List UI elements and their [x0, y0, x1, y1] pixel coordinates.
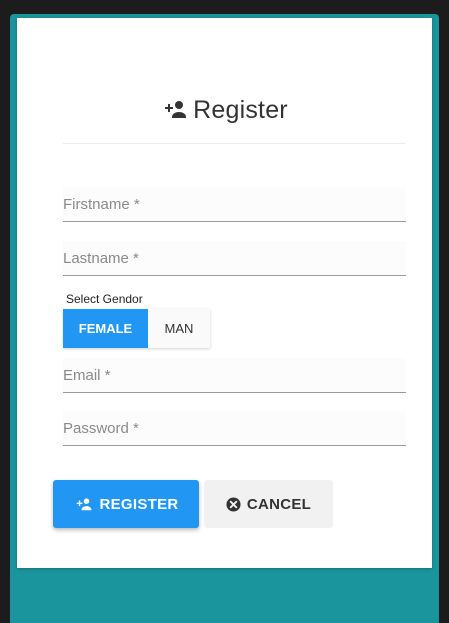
gender-female-button[interactable]: FEMALE: [63, 309, 148, 348]
page-title: Register: [17, 96, 432, 125]
email-field[interactable]: [63, 358, 406, 393]
password-input[interactable]: [63, 411, 406, 445]
register-button-label: REGISTER: [99, 495, 179, 513]
cancel-circle-icon: [226, 496, 241, 512]
gender-toggle-group: FEMALE MAN: [63, 309, 210, 348]
password-field[interactable]: [63, 411, 406, 446]
firstname-input[interactable]: [63, 187, 406, 221]
email-input[interactable]: [63, 358, 406, 392]
title-divider: [63, 143, 406, 144]
cancel-button[interactable]: CANCEL: [204, 480, 333, 528]
person-add-icon: [77, 498, 92, 511]
firstname-field[interactable]: [63, 187, 406, 222]
lastname-field[interactable]: [63, 241, 406, 276]
gender-label: Select Gendor: [66, 292, 143, 306]
cancel-button-label: CANCEL: [246, 495, 312, 513]
person-add-icon: [165, 101, 187, 118]
register-button[interactable]: REGISTER: [53, 480, 199, 528]
gender-man-button[interactable]: MAN: [148, 309, 210, 348]
lastname-input[interactable]: [63, 241, 406, 275]
page-title-text: Register: [193, 96, 288, 124]
register-card: Register Select Gendor FEMALE MAN RE: [17, 18, 432, 568]
dialog-frame: Register Select Gendor FEMALE MAN RE: [10, 14, 439, 623]
